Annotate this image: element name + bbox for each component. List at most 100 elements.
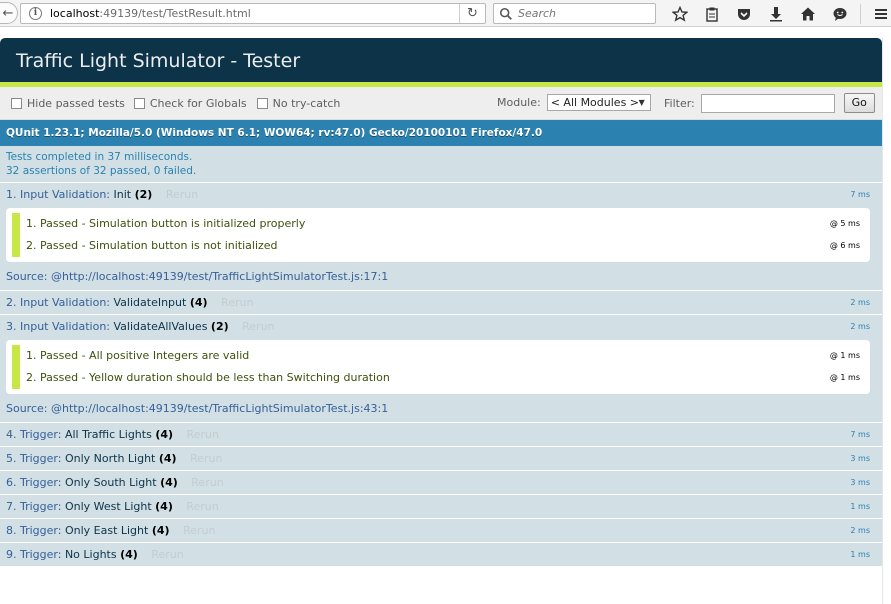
- test-module: Input Validation:: [20, 320, 111, 333]
- test-row[interactable]: 7. Trigger: Only West Light (4) Rerun 1 …: [0, 494, 882, 518]
- search-bar[interactable]: [493, 3, 656, 24]
- test-runtime: 7 ms: [850, 190, 870, 199]
- menu-button[interactable]: [865, 3, 891, 24]
- test-name: All Traffic Lights: [64, 428, 152, 441]
- test-module: Trigger:: [20, 476, 62, 489]
- test-header[interactable]: 3. Input Validation: ValidateAllValues (…: [0, 315, 882, 338]
- go-button[interactable]: Go: [843, 93, 875, 113]
- qunit-page: Traffic Light Simulator - Tester Hide pa…: [0, 38, 882, 566]
- rerun-link[interactable]: Rerun: [187, 428, 219, 441]
- test-number: 4.: [6, 428, 17, 441]
- browser-toolbar: ← i localhost:49139/test/TestResult.html…: [0, 0, 891, 27]
- source-label: Source:: [6, 270, 48, 283]
- back-button[interactable]: ←: [0, 2, 18, 24]
- no-try-catch-checkbox[interactable]: No try-catch: [256, 97, 340, 110]
- test-header[interactable]: 6. Trigger: Only South Light (4) Rerun: [0, 471, 882, 494]
- hide-passed-checkbox-box[interactable]: [11, 97, 22, 109]
- test-number: 9.: [6, 548, 17, 561]
- test-module: Trigger:: [20, 428, 62, 441]
- star-icon: [672, 5, 688, 22]
- test-header[interactable]: 2. Input Validation: ValidateInput (4) R…: [0, 291, 882, 314]
- download-arrow-icon: [770, 6, 782, 21]
- result-counts: 32 assertions of 32 passed, 0 failed.: [6, 165, 197, 177]
- test-runtime: 7 ms: [850, 430, 870, 439]
- test-number: 8.: [6, 524, 17, 537]
- assertion-runtime: @ 6 ms: [829, 241, 860, 250]
- test-row[interactable]: 9. Trigger: No Lights (4) Rerun 1 ms: [0, 542, 882, 566]
- rerun-link[interactable]: Rerun: [186, 500, 218, 513]
- test-row[interactable]: 3. Input Validation: ValidateAllValues (…: [0, 314, 882, 422]
- filter-group: Filter: Go: [664, 93, 875, 113]
- test-counts: (4): [158, 452, 177, 465]
- rerun-link[interactable]: Rerun: [190, 452, 222, 465]
- rerun-link[interactable]: Rerun: [221, 296, 253, 309]
- test-counts: (4): [189, 296, 208, 309]
- test-number: 7.: [6, 500, 17, 513]
- test-name: Init: [113, 188, 132, 201]
- test-header[interactable]: 7. Trigger: Only West Light (4) Rerun: [0, 495, 882, 518]
- search-input[interactable]: [516, 6, 646, 21]
- downloads-button[interactable]: [760, 3, 792, 24]
- test-name: Only East Light: [64, 524, 149, 537]
- test-counts: (4): [160, 476, 178, 489]
- filter-input[interactable]: [700, 93, 835, 113]
- test-counts: (4): [120, 548, 138, 561]
- rerun-link[interactable]: Rerun: [166, 188, 198, 201]
- hamburger-menu-icon: [875, 8, 887, 19]
- test-row[interactable]: 2. Input Validation: ValidateInput (4) R…: [0, 290, 882, 314]
- reading-list-button[interactable]: [696, 3, 728, 24]
- test-header[interactable]: 5. Trigger: Only North Light (4) Rerun: [0, 447, 882, 470]
- test-name: No Lights: [64, 548, 117, 561]
- no-try-catch-checkbox-box[interactable]: [256, 97, 268, 109]
- rerun-link[interactable]: Rerun: [183, 524, 215, 537]
- module-filter: Module: < All Modules > ▼: [497, 94, 651, 111]
- test-header[interactable]: 9. Trigger: No Lights (4) Rerun: [0, 543, 882, 566]
- filter-label: Filter:: [664, 96, 695, 110]
- test-row[interactable]: 5. Trigger: Only North Light (4) Rerun 3…: [0, 446, 882, 470]
- page-scrollbar[interactable]: [882, 38, 891, 604]
- page-title[interactable]: Traffic Light Simulator - Tester: [0, 38, 882, 82]
- test-header[interactable]: 8. Trigger: Only East Light (4) Rerun: [0, 519, 882, 542]
- test-row[interactable]: 6. Trigger: Only South Light (4) Rerun 3…: [0, 470, 882, 494]
- test-counts: (4): [151, 524, 170, 537]
- source-path: @http://localhost:49139/test/TrafficLigh…: [51, 270, 389, 283]
- home-icon: [801, 7, 815, 20]
- module-select[interactable]: < All Modules > ▼: [546, 94, 651, 111]
- test-row[interactable]: 1. Input Validation: Init (2) Rerun 7 ms…: [0, 182, 882, 290]
- test-counts: (4): [155, 500, 173, 513]
- result-duration: Tests completed in 37 milliseconds.: [6, 151, 193, 163]
- hide-passed-checkbox[interactable]: Hide passed tests: [11, 97, 125, 110]
- rerun-link[interactable]: Rerun: [242, 320, 274, 333]
- check-globals-checkbox[interactable]: Check for Globals: [133, 97, 247, 110]
- rerun-link[interactable]: Rerun: [191, 476, 223, 489]
- pocket-button[interactable]: [728, 3, 760, 24]
- bookmark-star-button[interactable]: [664, 3, 696, 24]
- reload-icon[interactable]: ↻: [459, 4, 485, 23]
- assertion-item: 2. Passed - Yellow duration should be le…: [26, 367, 860, 389]
- assertion-item: 1. Passed - Simulation button is initial…: [26, 213, 860, 235]
- test-header[interactable]: 4. Trigger: All Traffic Lights (4) Rerun: [0, 423, 882, 446]
- check-globals-checkbox-box[interactable]: [133, 97, 145, 109]
- home-button[interactable]: [792, 3, 824, 24]
- assertion-text: 1. Passed - Simulation button is initial…: [26, 217, 306, 230]
- test-source: Source: @http://localhost:49139/test/Tra…: [0, 394, 882, 422]
- url-bar[interactable]: i localhost:49139/test/TestResult.html ↻: [20, 3, 486, 24]
- toolbar-divider: [860, 3, 861, 24]
- test-row[interactable]: 4. Trigger: All Traffic Lights (4) Rerun…: [0, 422, 882, 446]
- test-runtime: 3 ms: [850, 478, 870, 487]
- test-header[interactable]: 1. Input Validation: Init (2) Rerun: [0, 183, 882, 206]
- test-number: 6.: [6, 476, 17, 489]
- assertion-runtime: @ 1 ms: [829, 351, 860, 360]
- test-row[interactable]: 8. Trigger: Only East Light (4) Rerun 2 …: [0, 518, 882, 542]
- test-runtime: 2 ms: [850, 298, 870, 307]
- test-number: 5.: [6, 452, 17, 465]
- rerun-link[interactable]: Rerun: [151, 548, 183, 561]
- test-module: Input Validation:: [20, 188, 111, 201]
- test-name: Only South Light: [64, 476, 157, 489]
- info-icon[interactable]: i: [29, 7, 42, 20]
- test-module: Trigger:: [20, 500, 62, 513]
- url-text[interactable]: localhost:49139/test/TestResult.html: [50, 7, 251, 20]
- chat-button[interactable]: [824, 3, 856, 24]
- hide-passed-label: Hide passed tests: [27, 96, 125, 110]
- test-number: 3.: [6, 320, 17, 333]
